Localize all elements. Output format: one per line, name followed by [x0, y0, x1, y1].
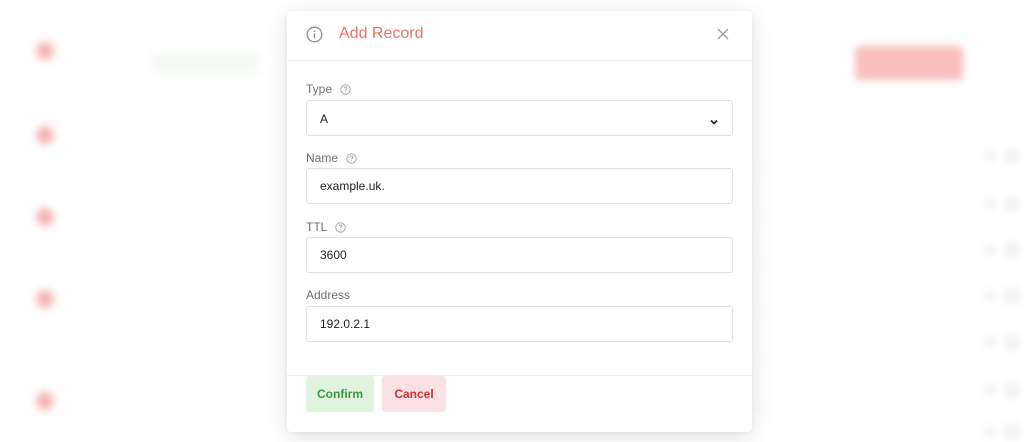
background-sidebar-item — [0, 290, 90, 328]
background-sidebar-item — [0, 42, 90, 80]
address-label-text: Address — [306, 288, 351, 302]
confirm-button[interactable]: Confirm — [306, 376, 374, 412]
chevron-down-icon — [709, 114, 719, 125]
cancel-button[interactable]: Cancel — [382, 376, 446, 412]
close-icon[interactable] — [716, 27, 730, 41]
help-circle-icon[interactable] — [346, 152, 357, 164]
name-label: Name — [306, 151, 357, 165]
background-sidebar-item — [0, 208, 90, 246]
help-circle-icon[interactable] — [340, 83, 351, 95]
name-input[interactable] — [307, 169, 732, 203]
address-field-box — [306, 306, 733, 342]
background-sidebar-item — [0, 126, 90, 164]
ttl-label: TTL — [306, 220, 346, 234]
info-circle-icon — [306, 26, 323, 43]
name-label-text: Name — [306, 151, 339, 165]
dialog-header: Add Record — [287, 11, 752, 61]
add-record-dialog: Add Record Type A Name example.uk. TTL 3… — [287, 11, 752, 432]
help-circle-icon[interactable] — [335, 221, 346, 233]
dialog-title: Add Record — [339, 25, 424, 42]
background-filter — [150, 52, 260, 74]
background-sidebar-item — [0, 392, 90, 420]
address-label: Address — [306, 288, 350, 302]
name-field-box — [306, 168, 733, 204]
dialog-footer: Confirm Cancel — [287, 375, 752, 432]
type-select-value: A — [320, 112, 329, 126]
type-select[interactable]: A — [306, 100, 733, 136]
ttl-input[interactable] — [307, 238, 732, 272]
address-input[interactable] — [307, 307, 732, 341]
background-add-button — [855, 46, 963, 80]
type-label: Type — [306, 82, 351, 96]
background-sidebar — [0, 0, 90, 442]
type-label-text: Type — [306, 82, 333, 96]
ttl-field-box — [306, 237, 733, 273]
ttl-label-text: TTL — [306, 220, 328, 234]
